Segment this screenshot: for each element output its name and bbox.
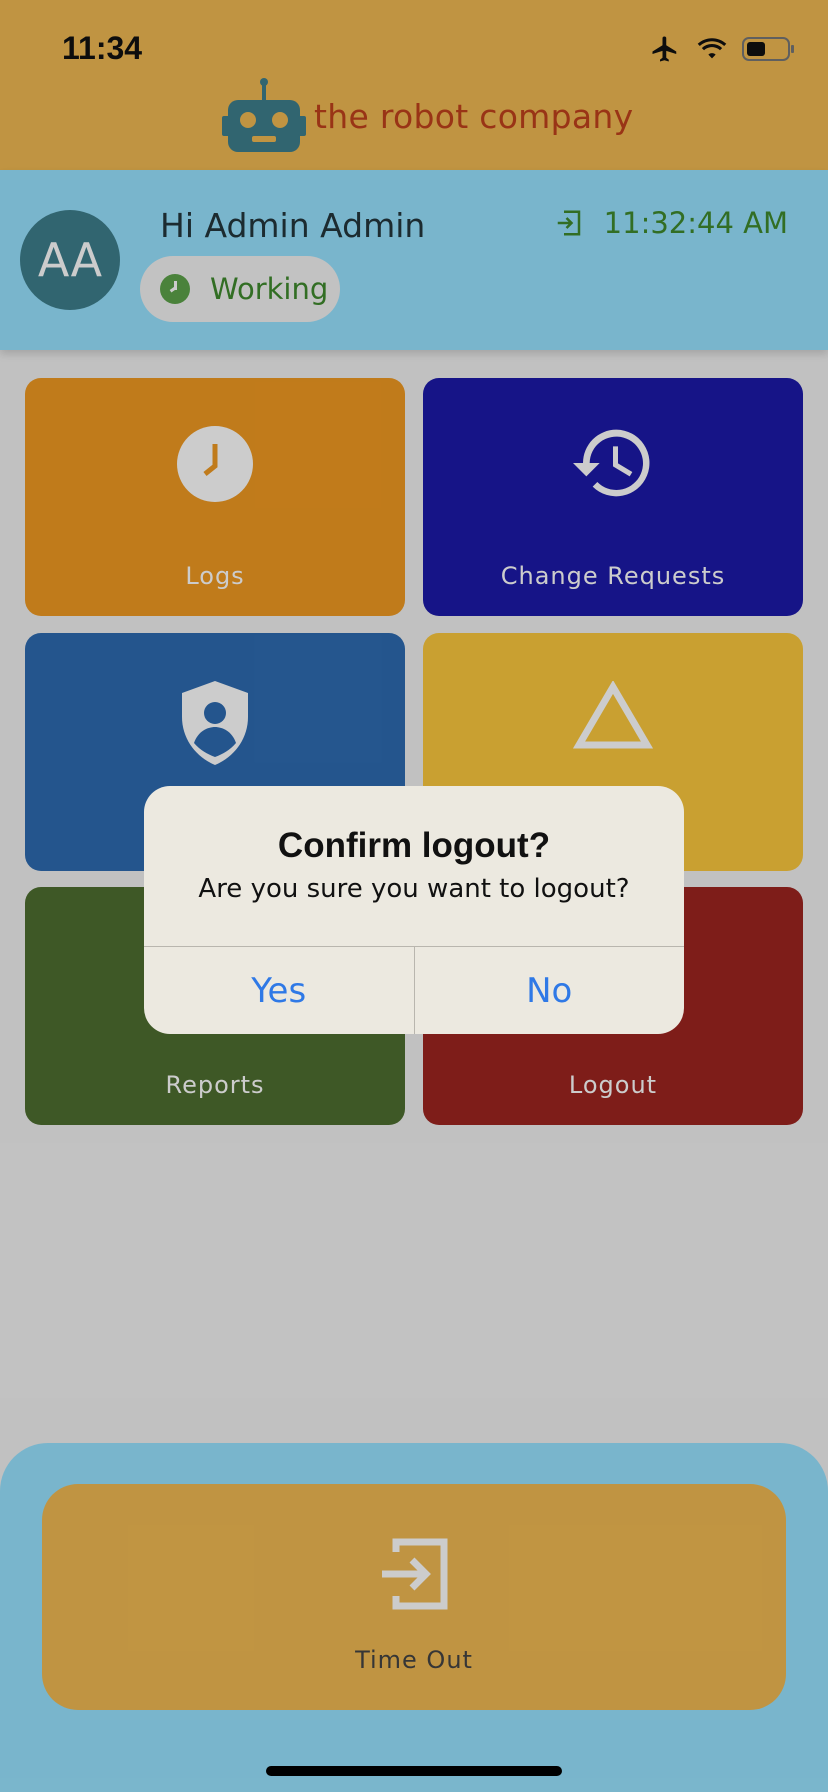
app-root: 11:34 the robot company AA Hi Admin Admi… xyxy=(0,0,828,1792)
dialog-message: Are you sure you want to logout? xyxy=(198,874,630,904)
dialog-actions: Yes No xyxy=(144,946,684,1034)
confirm-logout-dialog: Confirm logout? Are you sure you want to… xyxy=(144,786,684,1034)
no-button[interactable]: No xyxy=(413,947,685,1034)
dialog-title: Confirm logout? xyxy=(277,826,551,865)
yes-button[interactable]: Yes xyxy=(144,947,414,1034)
